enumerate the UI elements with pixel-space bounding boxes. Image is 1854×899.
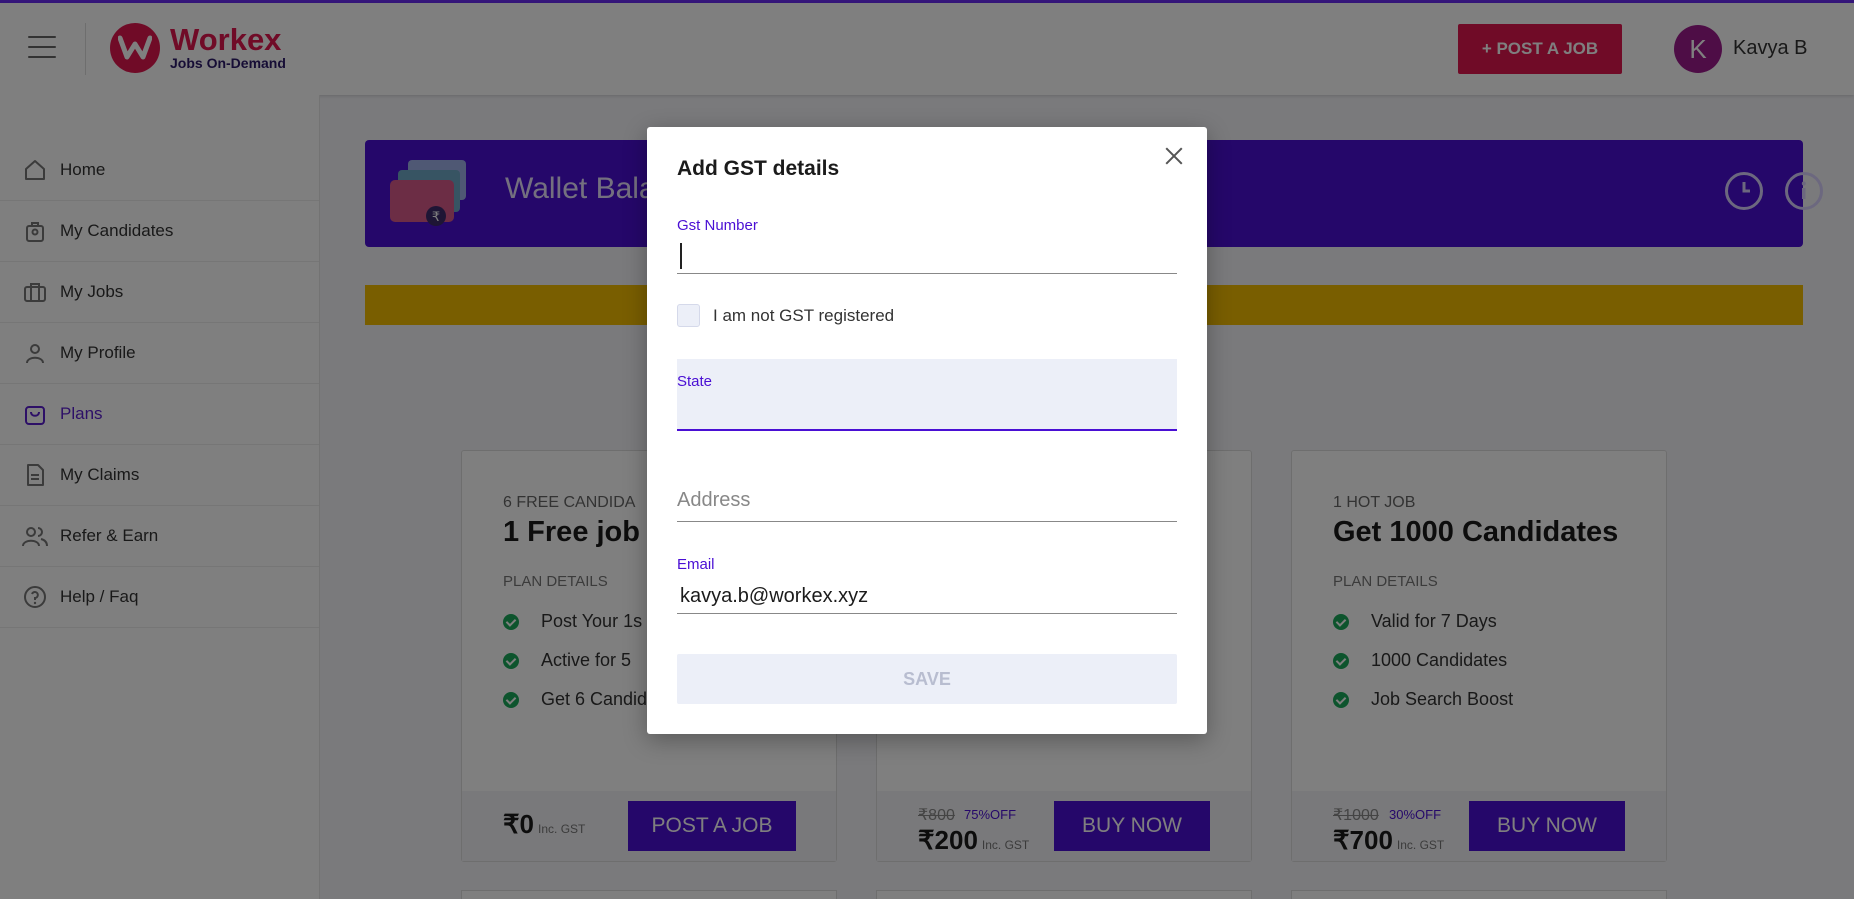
address-input[interactable]: Address — [677, 489, 750, 512]
gst-number-input[interactable] — [677, 235, 1177, 277]
page: Workex Jobs On-Demand + POST A JOB K Kav… — [0, 0, 1854, 899]
modal-title: Add GST details — [677, 157, 840, 180]
email-label: Email — [677, 556, 715, 573]
not-gst-registered-label[interactable]: I am not GST registered — [713, 306, 894, 326]
gst-number-label: Gst Number — [677, 217, 758, 234]
state-field[interactable]: State — [677, 359, 1177, 431]
gst-number-underline — [677, 273, 1177, 274]
email-underline — [677, 613, 1177, 614]
address-underline — [677, 521, 1177, 522]
state-label: State — [677, 373, 713, 390]
text-caret — [680, 243, 682, 269]
email-input[interactable]: kavya.b@workex.xyz — [680, 585, 868, 608]
close-icon[interactable] — [1159, 141, 1189, 171]
save-button[interactable]: SAVE — [677, 654, 1177, 704]
gst-details-modal: Add GST details Gst Number I am not GST … — [647, 127, 1207, 734]
not-gst-registered-checkbox[interactable] — [677, 304, 700, 327]
